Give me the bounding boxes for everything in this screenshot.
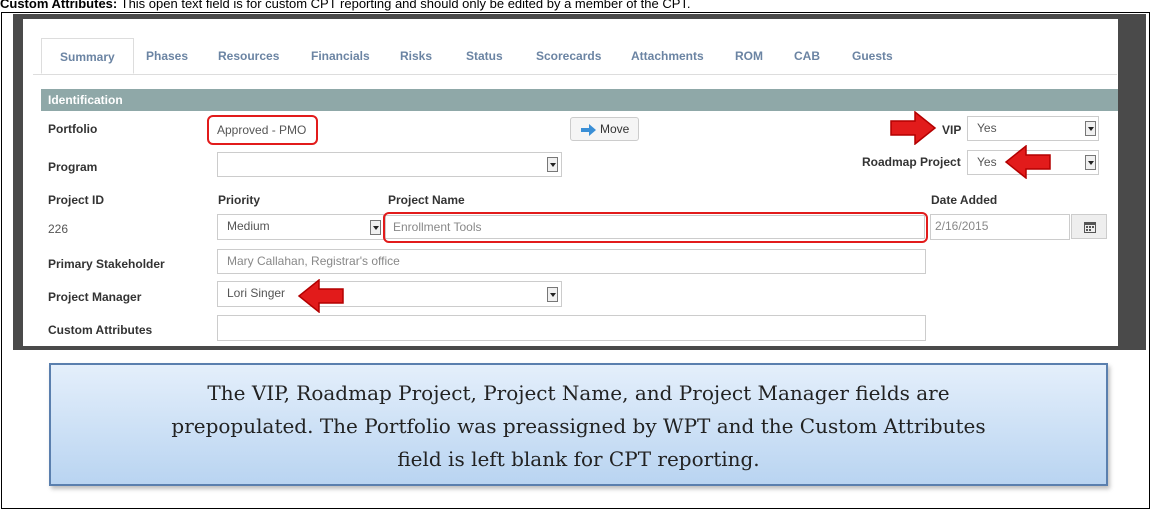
tab-summary[interactable]: Summary xyxy=(41,38,134,74)
program-select[interactable] xyxy=(217,152,562,177)
date-added-input[interactable]: 2/16/2015 xyxy=(930,214,1070,240)
red-pointer-arrow-vip xyxy=(890,111,937,145)
arrow-right-icon xyxy=(581,124,596,136)
custom-attributes-label: Custom Attributes xyxy=(48,323,153,337)
tab-cab[interactable]: CAB xyxy=(794,38,820,74)
instruction-text: This open text field is for custom CPT r… xyxy=(117,0,691,11)
vip-value: Yes xyxy=(977,121,997,135)
callout-line-1: The VIP, Roadmap Project, Project Name, … xyxy=(207,381,950,405)
tab-status[interactable]: Status xyxy=(466,38,503,74)
project-id-value: 226 xyxy=(48,222,69,236)
explanation-callout: The VIP, Roadmap Project, Project Name, … xyxy=(49,363,1108,486)
tab-phases[interactable]: Phases xyxy=(146,38,188,74)
instruction-bold: Custom Attributes: xyxy=(0,0,118,11)
project-name-highlight xyxy=(383,212,928,243)
portfolio-highlight xyxy=(207,115,318,145)
tab-bar: Summary Phases Resources Financials Risk… xyxy=(33,38,1117,75)
section-header-identification: Identification xyxy=(41,89,1118,111)
date-added-label: Date Added xyxy=(931,193,998,207)
instruction-line: Custom Attributes: This open text field … xyxy=(0,0,1153,11)
calendar-icon xyxy=(1084,222,1096,233)
tab-rom[interactable]: ROM xyxy=(735,38,763,74)
priority-label: Priority xyxy=(218,193,261,207)
project-manager-value: Lori Singer xyxy=(227,286,286,300)
primary-stakeholder-input[interactable]: Mary Callahan, Registrar's office xyxy=(217,249,926,274)
tab-financials[interactable]: Financials xyxy=(311,38,370,74)
portfolio-label: Portfolio xyxy=(48,122,98,136)
tab-resources[interactable]: Resources xyxy=(218,38,279,74)
project-manager-select[interactable]: Lori Singer xyxy=(217,281,562,307)
move-button[interactable]: Move xyxy=(570,117,639,141)
callout-line-2: prepopulated. The Portfolio was preassig… xyxy=(171,414,986,438)
dropdown-arrow-icon[interactable] xyxy=(547,157,558,172)
project-manager-label: Project Manager xyxy=(48,290,142,304)
dropdown-arrow-icon[interactable] xyxy=(1085,121,1096,136)
priority-value: Medium xyxy=(227,219,270,233)
red-pointer-arrow-manager xyxy=(297,279,344,313)
project-name-label: Project Name xyxy=(388,193,465,207)
roadmap-project-value: Yes xyxy=(977,155,997,169)
callout-line-3: field is left blank for CPT reporting. xyxy=(397,447,760,471)
red-pointer-arrow-roadmap xyxy=(1004,145,1051,179)
dropdown-arrow-icon[interactable] xyxy=(547,287,558,302)
date-added-value: 2/16/2015 xyxy=(935,219,989,233)
primary-stakeholder-label: Primary Stakeholder xyxy=(48,257,165,271)
move-button-label: Move xyxy=(600,122,630,136)
project-id-label: Project ID xyxy=(48,193,105,207)
roadmap-project-label: Roadmap Project xyxy=(862,155,961,169)
program-label: Program xyxy=(48,160,98,174)
priority-select[interactable]: Medium xyxy=(217,214,384,240)
tab-risks[interactable]: Risks xyxy=(400,38,432,74)
tab-scorecards[interactable]: Scorecards xyxy=(536,38,601,74)
vip-select[interactable]: Yes xyxy=(967,116,1099,141)
vip-label: VIP xyxy=(942,123,962,137)
custom-attributes-input[interactable] xyxy=(217,315,926,341)
tab-guests[interactable]: Guests xyxy=(852,38,893,74)
dropdown-arrow-icon[interactable] xyxy=(370,220,381,235)
tab-attachments[interactable]: Attachments xyxy=(631,38,704,74)
dropdown-arrow-icon[interactable] xyxy=(1085,155,1096,170)
primary-stakeholder-value: Mary Callahan, Registrar's office xyxy=(227,254,400,268)
calendar-button[interactable] xyxy=(1071,214,1107,239)
